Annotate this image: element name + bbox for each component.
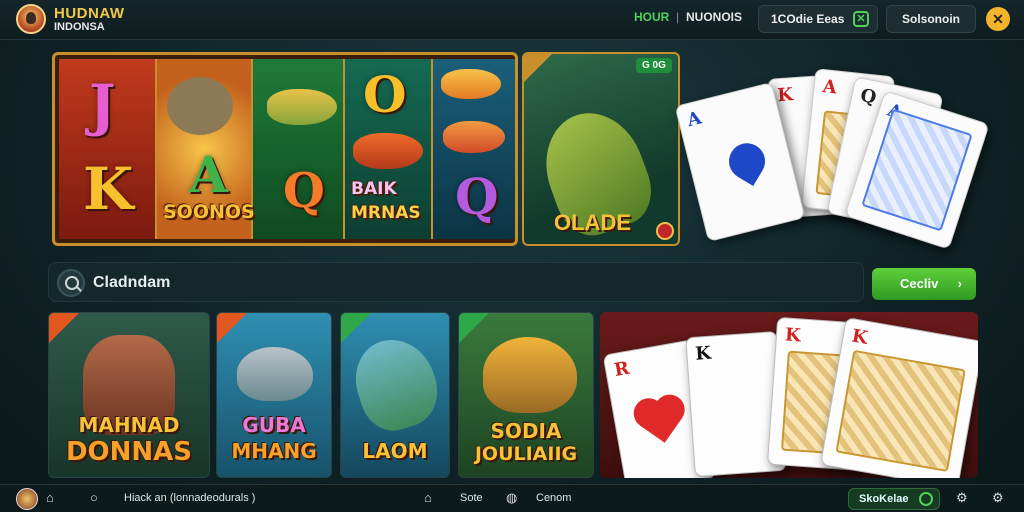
card-game-tile[interactable]: R K K K bbox=[600, 312, 978, 478]
game-tile[interactable]: SODIA JOULIAIIG bbox=[458, 312, 594, 478]
card-rank: A bbox=[684, 107, 704, 132]
avatar[interactable] bbox=[16, 488, 38, 510]
settings-icon[interactable]: ⚙ bbox=[956, 490, 968, 506]
card-rank: R bbox=[612, 357, 632, 382]
tile-title-top: SODIA bbox=[490, 419, 562, 443]
search-icon[interactable] bbox=[57, 269, 85, 297]
header-pill-right[interactable]: Solsonoin bbox=[886, 5, 976, 33]
fish-banner-caption: OLADE bbox=[554, 210, 631, 235]
tile-title-bottom: JOULIAIIG bbox=[474, 443, 578, 465]
banner-caption-bottom: MRNAS bbox=[351, 203, 421, 223]
chevron-right-icon: › bbox=[957, 276, 962, 291]
card-rank: K bbox=[850, 325, 870, 349]
logo-icon[interactable] bbox=[16, 4, 46, 34]
x-icon[interactable]: ✕ bbox=[853, 11, 869, 27]
nav-link-secondary[interactable]: NUONOIS bbox=[686, 10, 742, 24]
reel-5: Q bbox=[433, 59, 515, 239]
card-pattern bbox=[861, 108, 973, 232]
gear-icon[interactable]: ⚙ bbox=[992, 490, 1004, 506]
tile-title: LAOM bbox=[362, 439, 428, 463]
card-rank: A bbox=[821, 76, 838, 99]
ribbon-icon bbox=[341, 313, 371, 343]
tile-title-top: GUBA bbox=[242, 413, 306, 437]
record-icon bbox=[656, 222, 674, 240]
fish-icon bbox=[237, 347, 313, 401]
fish-icon bbox=[441, 69, 501, 99]
symbol-j: J bbox=[89, 73, 116, 139]
circle-icon[interactable]: ○ bbox=[90, 490, 98, 505]
card-pattern bbox=[835, 349, 966, 472]
card-rank: Q bbox=[858, 84, 879, 109]
card-rank: K bbox=[776, 84, 794, 107]
bottom-bar-pill-label: SkoKelae bbox=[859, 493, 909, 505]
corner-ornament-icon bbox=[524, 54, 552, 82]
game-tile[interactable]: MAHNAD DONNAS bbox=[48, 312, 210, 478]
fish-icon bbox=[443, 121, 505, 153]
card-rank: K bbox=[784, 324, 802, 347]
fish-icon bbox=[267, 89, 337, 125]
fish-icon bbox=[345, 329, 447, 439]
fish-game-banner[interactable]: G 0G OLADE bbox=[522, 52, 680, 246]
reel-1: J K bbox=[59, 59, 157, 239]
fish-icon bbox=[483, 337, 577, 413]
nav-separator: | bbox=[676, 10, 680, 24]
header-pill-left[interactable]: 1COdie Eeas ✕ bbox=[758, 5, 878, 33]
bottom-bar-text: Hiack an (lonnadeodurals ) bbox=[124, 492, 256, 504]
search-submit-label: Cecliv bbox=[900, 276, 939, 291]
creature-icon bbox=[167, 77, 233, 135]
bottom-nav-label-1[interactable]: Sote bbox=[460, 492, 483, 504]
house-icon[interactable]: ⌂ bbox=[424, 490, 432, 505]
symbol-q-orange: Q bbox=[283, 163, 325, 219]
game-tile[interactable]: GUBA MHANG bbox=[216, 312, 332, 478]
tile-title-bottom: DONNAS bbox=[65, 437, 193, 467]
symbol-a: A bbox=[189, 145, 228, 204]
symbol-k: K bbox=[83, 155, 134, 223]
fish-icon bbox=[353, 133, 423, 169]
reel-3: Q bbox=[253, 59, 345, 239]
banner-caption-top: BAIK bbox=[351, 179, 397, 199]
tile-title-bottom: MHANG bbox=[231, 439, 317, 463]
heart-icon bbox=[640, 401, 682, 443]
status-dot-icon bbox=[919, 492, 933, 506]
banner-caption-left: SOONOS bbox=[163, 201, 255, 223]
playing-card-king: K bbox=[820, 316, 978, 478]
bottom-nav-label-2[interactable]: Cenom bbox=[536, 492, 571, 504]
ribbon-icon bbox=[459, 313, 489, 343]
bottom-bar-pill[interactable]: SkoKelae bbox=[848, 488, 940, 510]
globe-icon[interactable]: ◍ bbox=[506, 490, 517, 506]
top-bar: HUDNAW INDONSA HOUR | NUONOIS 1COdie Eea… bbox=[0, 0, 1024, 40]
header-pill-left-label: 1COdie Eeas bbox=[771, 12, 845, 26]
tile-title-top: MAHNAD bbox=[78, 413, 180, 437]
ribbon-icon bbox=[49, 313, 79, 343]
game-tile[interactable]: LAOM bbox=[340, 312, 450, 478]
bottom-bar: ⌂ ○ Hiack an (lonnadeodurals ) ⌂ Sote ◍ … bbox=[0, 484, 1024, 512]
brand-title: HUDNAW bbox=[54, 5, 125, 22]
spade-icon bbox=[722, 136, 772, 186]
brand-subtitle: INDONSA bbox=[54, 21, 105, 33]
search-bar[interactable]: Cladndam bbox=[48, 262, 864, 302]
search-input[interactable]: Cladndam bbox=[93, 274, 170, 292]
symbol-q: Q bbox=[455, 167, 499, 226]
search-submit-button[interactable]: Cecliv › bbox=[872, 268, 976, 300]
home-icon[interactable]: ⌂ bbox=[46, 490, 54, 505]
ribbon-icon bbox=[217, 313, 247, 343]
nav-link-hour[interactable]: HOUR bbox=[634, 10, 669, 24]
card-rank: K bbox=[694, 342, 712, 365]
close-icon[interactable]: ✕ bbox=[986, 7, 1010, 31]
game-badge: G 0G bbox=[636, 58, 672, 73]
slot-game-banner[interactable]: J K A Q O Q SOONOS BAIK MRNAS bbox=[52, 52, 518, 246]
symbol-o: O bbox=[363, 65, 407, 124]
